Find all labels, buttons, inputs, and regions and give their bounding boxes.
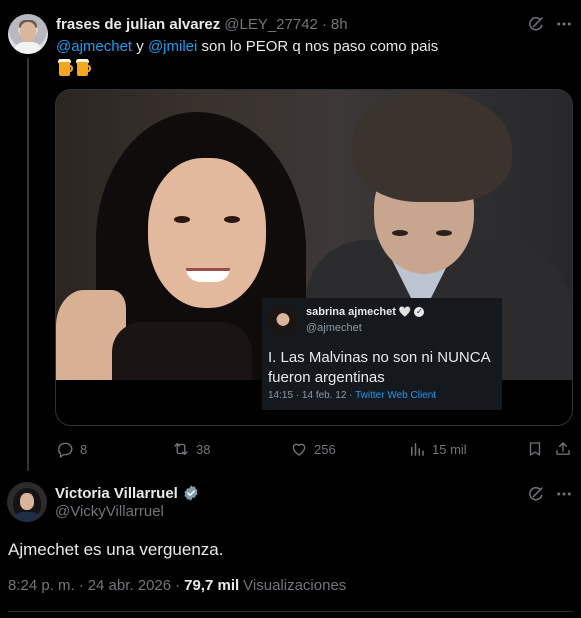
main-author-name-row: Victoria Villarruel <box>55 483 200 503</box>
retweet-icon <box>174 443 188 455</box>
beer-mug-icon <box>76 58 91 76</box>
separator-dot: · <box>175 577 181 594</box>
reply-text-connector: y <box>132 38 148 55</box>
embedded-author-name: sabrina ajmechet 🤍 ✓ <box>306 306 425 318</box>
separator-dot: · <box>321 15 327 33</box>
views-button[interactable]: 15 mil <box>408 439 467 459</box>
main-author-handle[interactable]: @VickyVillarruel <box>55 503 164 520</box>
photo-eye <box>436 230 452 236</box>
mention-link[interactable]: @jmilei <box>148 38 197 55</box>
white-heart-icon: 🤍 <box>398 306 412 318</box>
avatar-face <box>20 493 34 510</box>
tweet-date[interactable]: 24 abr. 2026 <box>88 577 171 594</box>
reply-timestamp[interactable]: 8h <box>331 16 348 33</box>
analytics-icon <box>411 443 424 456</box>
embedded-author-handle: @ajmechet <box>306 322 362 334</box>
divider <box>8 611 573 612</box>
views-label: Visualizaciones <box>243 577 347 594</box>
views-count: 79,7 mil <box>184 577 240 594</box>
bookmark-icon <box>529 442 541 456</box>
beer-mug-icon <box>58 58 73 76</box>
main-author-avatar[interactable] <box>7 482 47 522</box>
photo-eye <box>224 216 240 223</box>
main-tweet-meta: 8:24 p. m. · 24 abr. 2026 · 79,7 mil Vis… <box>8 577 346 594</box>
mention-link[interactable]: @ajmechet <box>56 38 132 55</box>
like-count: 256 <box>314 441 336 457</box>
share-icon <box>556 442 570 455</box>
embedded-time: 14:15 · 14 feb. 12 · <box>268 390 353 401</box>
retweet-count: 38 <box>196 441 211 457</box>
more-options-icon[interactable] <box>554 14 574 34</box>
heart-icon <box>292 443 306 456</box>
main-tweet-text: Ajmechet es una verguenza. <box>8 540 224 559</box>
embedded-name-text: sabrina ajmechet <box>306 306 396 318</box>
reply-text: @ajmechet y @jmilei son lo PEOR q nos pa… <box>56 37 438 57</box>
embedded-tweet-meta: 14:15 · 14 feb. 12 · Twitter Web Client <box>268 390 436 401</box>
reply-author-handle[interactable]: @LEY_27742 <box>224 16 318 33</box>
reply-count: 8 <box>80 441 88 457</box>
like-button[interactable]: 256 <box>290 439 336 459</box>
verified-badge-icon[interactable] <box>182 484 200 502</box>
grok-icon[interactable] <box>526 484 546 504</box>
tweet-time[interactable]: 8:24 p. m. <box>8 577 75 594</box>
thread-connector-line <box>27 58 29 471</box>
avatar-face <box>20 22 36 42</box>
reply-header: frases de julian alvarez @LEY_27742 · 8h <box>56 14 348 34</box>
views-count: 15 mil <box>432 441 467 457</box>
tweet-media-image[interactable]: sabrina ajmechet 🤍 ✓ @ajmechet I. Las Ma… <box>55 89 573 426</box>
photo-eye <box>392 230 408 236</box>
photo-eye <box>174 216 190 223</box>
embedded-tweet-screenshot: sabrina ajmechet 🤍 ✓ @ajmechet I. Las Ma… <box>262 298 502 410</box>
separator-dot: · <box>78 577 84 594</box>
reply-author-avatar[interactable] <box>8 14 48 54</box>
reply-author-name[interactable]: frases de julian alvarez <box>56 16 220 33</box>
bookmark-button[interactable] <box>526 439 544 459</box>
emoji-row <box>58 58 91 76</box>
photo-man-hair <box>352 90 512 202</box>
reply-button[interactable]: 8 <box>56 439 87 459</box>
photo-woman-top <box>112 322 252 380</box>
avatar-shirt <box>14 42 42 54</box>
share-button[interactable] <box>554 439 572 459</box>
reply-icon <box>58 442 73 458</box>
more-options-icon[interactable] <box>554 484 574 504</box>
retweet-button[interactable]: 38 <box>172 439 210 459</box>
main-author-name[interactable]: Victoria Villarruel <box>55 485 178 502</box>
avatar-body <box>11 512 43 522</box>
verified-badge-icon: ✓ <box>414 307 425 317</box>
grok-icon[interactable] <box>526 14 546 34</box>
embedded-tweet-text: I. Las Malvinas no son ni NUNCA fueron a… <box>268 349 490 386</box>
embedded-client: Twitter Web Client <box>355 390 437 401</box>
reply-text-body: son lo PEOR q nos paso como pais <box>197 38 439 55</box>
photo-woman-face <box>148 158 266 308</box>
embedded-avatar <box>268 306 298 336</box>
